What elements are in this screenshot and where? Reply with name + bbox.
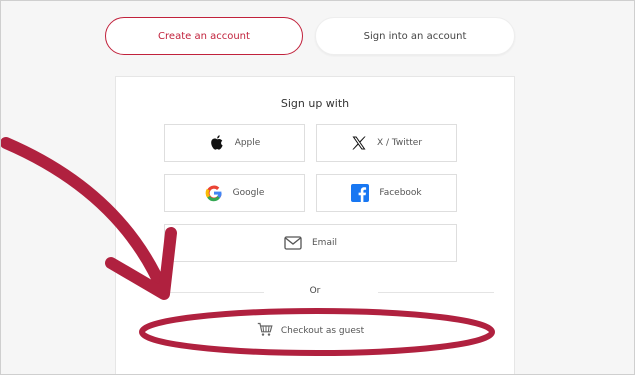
tab-create-account-label: Create an account (158, 30, 250, 42)
tab-sign-in-label: Sign into an account (363, 30, 467, 42)
cart-icon (257, 322, 273, 340)
checkout-as-guest-label: Checkout as guest (280, 326, 365, 336)
x-twitter-signup-label: X / Twitter (376, 138, 423, 148)
tab-create-account[interactable]: Create an account (105, 17, 303, 55)
google-signup-button[interactable]: Google (164, 174, 305, 212)
signup-panel: Sign up with Apple X / Twitter Google Fa… (115, 76, 515, 374)
email-signup-label: Email (312, 238, 337, 248)
tab-sign-in[interactable]: Sign into an account (315, 17, 515, 55)
envelope-icon (284, 236, 302, 250)
x-twitter-icon (351, 135, 367, 151)
screenshot-frame: Create an account Sign into an account S… (0, 0, 635, 375)
email-signup-button[interactable]: Email (164, 224, 457, 262)
or-label: Or (309, 286, 321, 296)
facebook-icon (351, 184, 370, 202)
facebook-signup-label: Facebook (379, 188, 422, 198)
checkout-as-guest-button[interactable]: Checkout as guest (164, 317, 457, 345)
apple-icon (209, 134, 225, 152)
google-icon (205, 184, 223, 202)
signup-heading: Sign up with (280, 97, 350, 110)
google-signup-label: Google (232, 188, 265, 198)
apple-signup-label: Apple (234, 138, 261, 148)
facebook-signup-button[interactable]: Facebook (316, 174, 457, 212)
x-twitter-signup-button[interactable]: X / Twitter (316, 124, 457, 162)
apple-signup-button[interactable]: Apple (164, 124, 305, 162)
